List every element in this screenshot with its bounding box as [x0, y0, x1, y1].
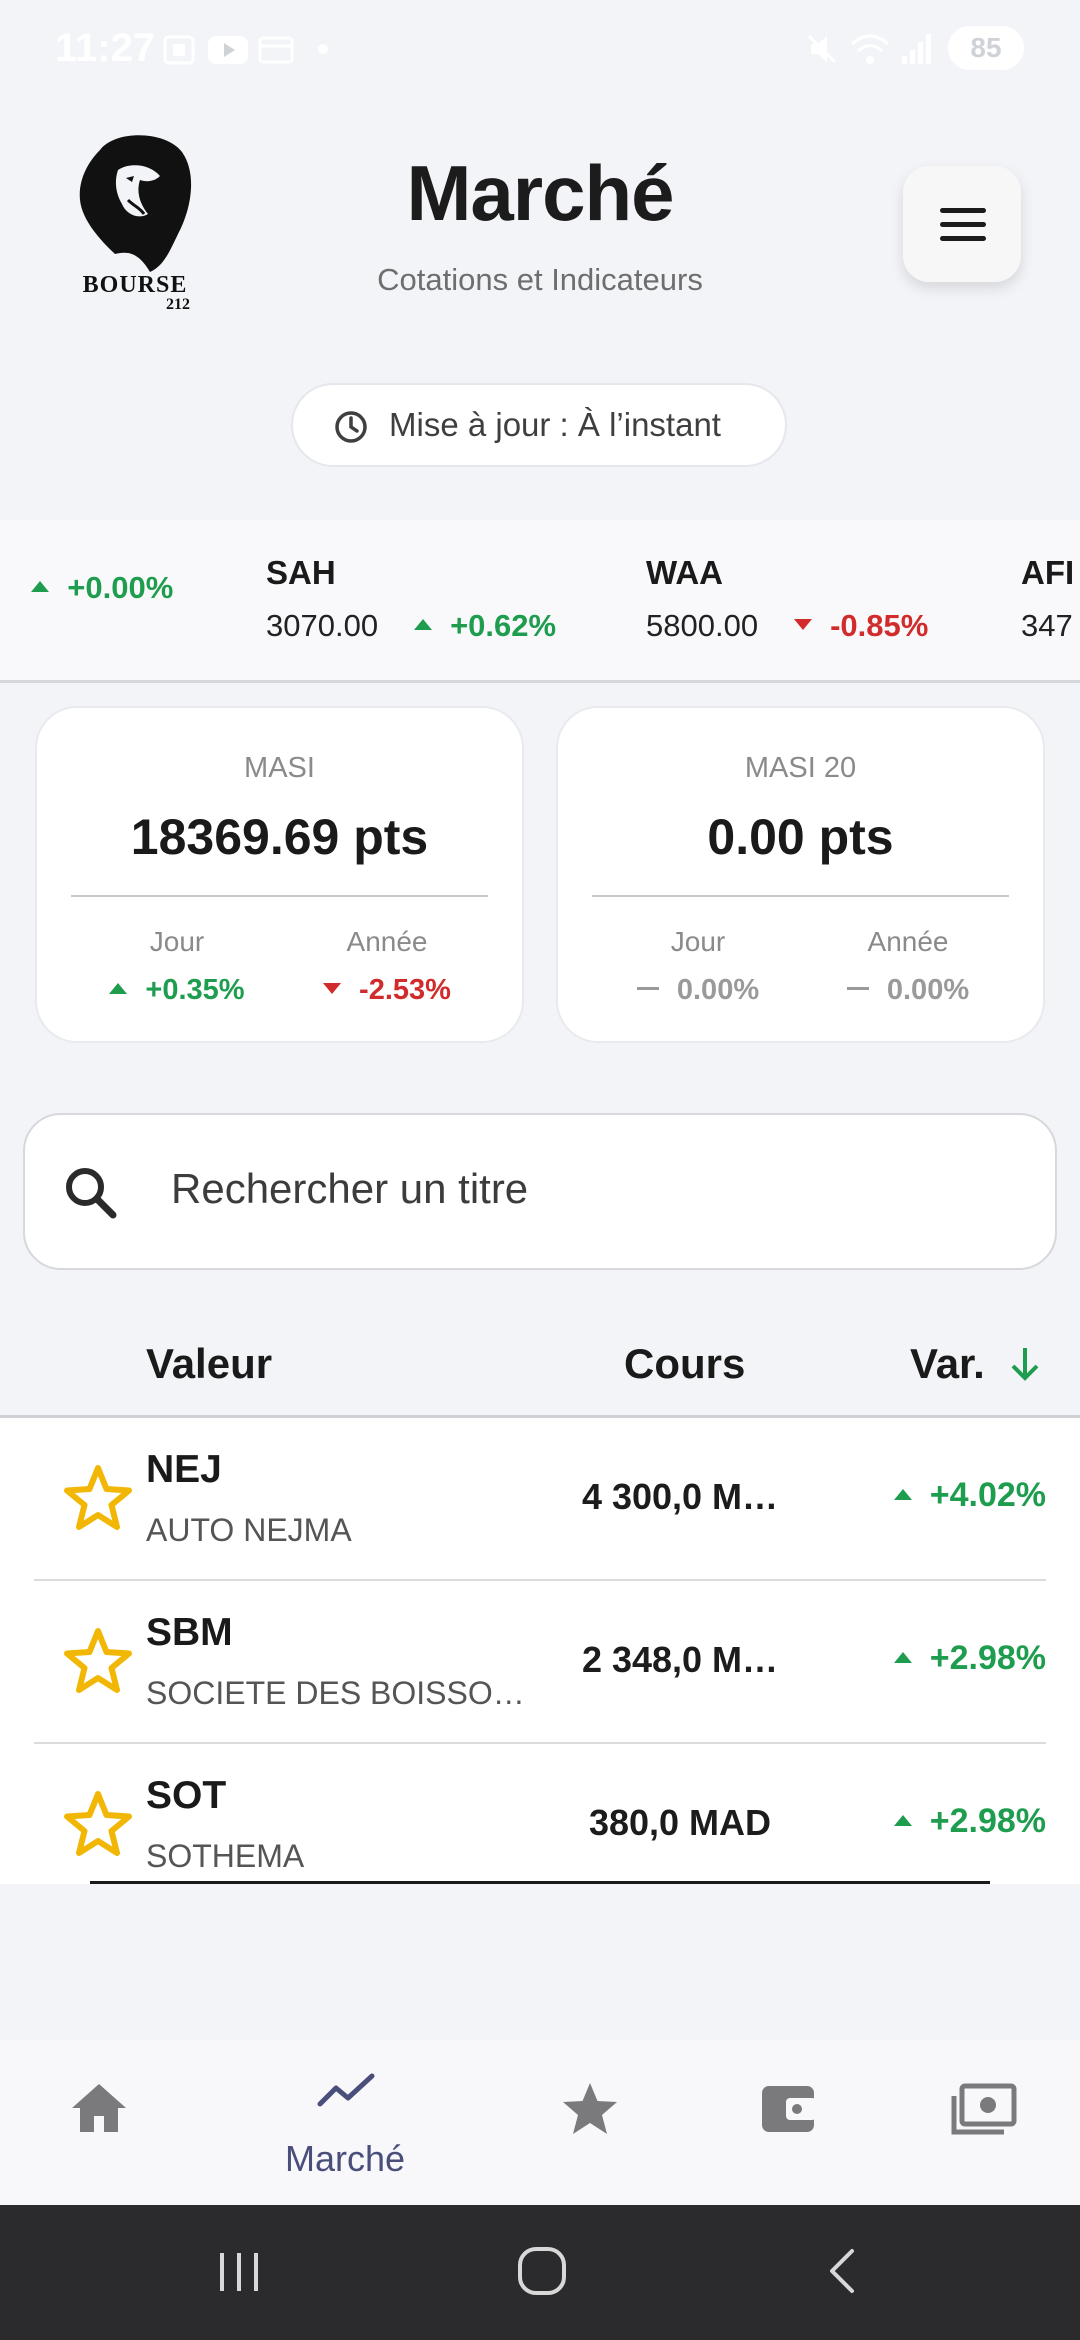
ticker-change: +0.62%	[450, 608, 557, 643]
ticker-item[interactable]: 0+0.00%	[0, 554, 173, 606]
ticker-price: 5800.00	[646, 608, 759, 643]
ticker-price: 3070.00	[266, 608, 379, 643]
ticker-symbol: SAH	[266, 554, 336, 591]
nav-market-label: Marché	[284, 2138, 406, 2179]
search-input[interactable]: Rechercher un titre	[23, 1113, 1057, 1270]
last-update-text: Mise à jour : À l’instant	[389, 406, 721, 443]
stock-name: SOTHEMA	[146, 1838, 305, 1874]
favorite-star-icon[interactable]	[62, 1462, 134, 1534]
nav-cash[interactable]	[912, 2040, 1052, 2205]
column-header-price[interactable]: Cours	[624, 1340, 745, 1388]
list-scroll-indicator	[90, 1881, 990, 1884]
home-button-icon[interactable]	[516, 2245, 568, 2297]
up-arrow-icon	[109, 982, 128, 994]
star-icon	[563, 2083, 617, 2134]
system-navigation-bar	[0, 2205, 1080, 2340]
status-time: 11:27	[55, 26, 156, 70]
battery-indicator: 85	[948, 26, 1024, 70]
index-card-masi[interactable]: MASI 18369.69 pts Jour +0.35% Année -2.5…	[35, 706, 524, 1043]
nav-wallet[interactable]	[718, 2040, 858, 2205]
column-header-var[interactable]: Var.	[910, 1340, 985, 1388]
index-name: MASI	[244, 752, 315, 784]
ticker-item[interactable]: AFI 347	[1021, 554, 1080, 644]
index-year-change: Année 0.00%	[818, 926, 998, 1007]
favorite-star-icon[interactable]	[62, 1625, 134, 1697]
up-arrow-icon	[414, 619, 433, 631]
index-card-masi20[interactable]: MASI 20 0.00 pts Jour 0.00% Année 0.00%	[556, 706, 1045, 1043]
up-arrow-icon	[31, 581, 50, 593]
index-day-change: Jour +0.35%	[87, 926, 267, 1007]
stock-table: NEJ AUTO NEJMA 4 300,0 M… +4.02% SBM SOC…	[0, 1418, 1080, 1884]
status-bar: 11:27 85	[0, 0, 1080, 100]
nav-home[interactable]	[30, 2040, 170, 2205]
table-header: Valeur Cours Var.	[0, 1300, 1080, 1418]
neutral-dash-icon	[846, 986, 869, 990]
wallet-icon	[762, 2086, 816, 2132]
table-row[interactable]: SOT SOTHEMA 380,0 MAD +2.98%	[0, 1744, 1080, 1884]
sort-arrow-down-icon[interactable]	[1008, 1344, 1042, 1384]
search-icon	[66, 1168, 117, 1219]
stock-symbol: SOT	[146, 1774, 227, 1817]
notification-dot-icon	[318, 44, 328, 54]
last-update-pill: Mise à jour : À l’instant	[291, 383, 787, 467]
youtube-icon	[208, 36, 248, 64]
ticker-price: 347	[1021, 608, 1073, 643]
stock-name: AUTO NEJMA	[146, 1512, 352, 1548]
stock-symbol: SBM	[146, 1611, 233, 1654]
menu-button[interactable]	[903, 166, 1021, 282]
index-year-change: Année -2.53%	[297, 926, 477, 1007]
divider	[71, 895, 488, 897]
stock-symbol: NEJ	[146, 1448, 222, 1491]
back-icon[interactable]	[822, 2247, 862, 2295]
signal-icon	[902, 34, 931, 64]
stock-change: +2.98%	[929, 1639, 1046, 1677]
cash-icon	[951, 2083, 1017, 2135]
ticker-change: -0.85%	[830, 608, 929, 643]
wifi-icon	[851, 34, 889, 64]
index-name: MASI 20	[744, 752, 857, 784]
stock-price: 4 300,0 M…	[581, 1476, 779, 1517]
up-arrow-icon	[893, 1488, 912, 1500]
ticker-item[interactable]: WAA 5800.00 -0.85%	[646, 554, 928, 644]
stock-change: +4.02%	[929, 1476, 1046, 1514]
down-arrow-icon	[794, 619, 813, 631]
ticker-change: +0.00%	[67, 570, 174, 605]
stock-price: 380,0 MAD	[588, 1802, 772, 1843]
search-placeholder: Rechercher un titre	[171, 1165, 529, 1212]
index-value: 18369.69 pts	[130, 809, 429, 865]
recent-apps-icon[interactable]	[214, 2249, 264, 2295]
bottom-navigation: Marché	[0, 2040, 1080, 2205]
table-row[interactable]: NEJ AUTO NEJMA 4 300,0 M… +4.02%	[0, 1418, 1080, 1581]
index-day-change: Jour 0.00%	[608, 926, 788, 1007]
neutral-dash-icon	[636, 986, 659, 990]
stock-name: SOCIETE DES BOISSO…	[146, 1675, 525, 1711]
home-icon	[72, 2084, 126, 2132]
ticker-symbol: AFI	[1021, 554, 1075, 591]
nav-market[interactable]: Marché	[250, 2040, 440, 2205]
column-header-value[interactable]: Valeur	[146, 1340, 272, 1388]
mute-icon	[807, 34, 837, 64]
stock-price: 2 348,0 M…	[581, 1639, 779, 1680]
logo-subtext: 212	[166, 296, 190, 313]
nav-favorites[interactable]	[520, 2040, 660, 2205]
ticker-symbol: WAA	[646, 554, 723, 591]
divider	[592, 895, 1009, 897]
ticker-item[interactable]: SAH 3070.00 +0.62%	[266, 554, 556, 644]
favorite-star-icon[interactable]	[62, 1788, 134, 1860]
down-arrow-icon	[323, 982, 342, 994]
index-value: 0.00 pts	[707, 809, 894, 865]
trending-icon	[317, 2073, 375, 2107]
screenshot-icon	[163, 35, 195, 65]
clock-icon	[335, 411, 367, 443]
ticker-strip[interactable]: 0+0.00% SAH 3070.00 +0.62% WAA 5800.00 -0.…	[0, 520, 1080, 683]
up-arrow-icon	[893, 1651, 912, 1663]
calendar-icon	[258, 36, 294, 64]
up-arrow-icon	[893, 1814, 912, 1826]
table-row[interactable]: SBM SOCIETE DES BOISSO… 2 348,0 M… +2.98…	[0, 1581, 1080, 1744]
hamburger-icon	[940, 208, 986, 213]
stock-change: +2.98%	[929, 1802, 1046, 1840]
